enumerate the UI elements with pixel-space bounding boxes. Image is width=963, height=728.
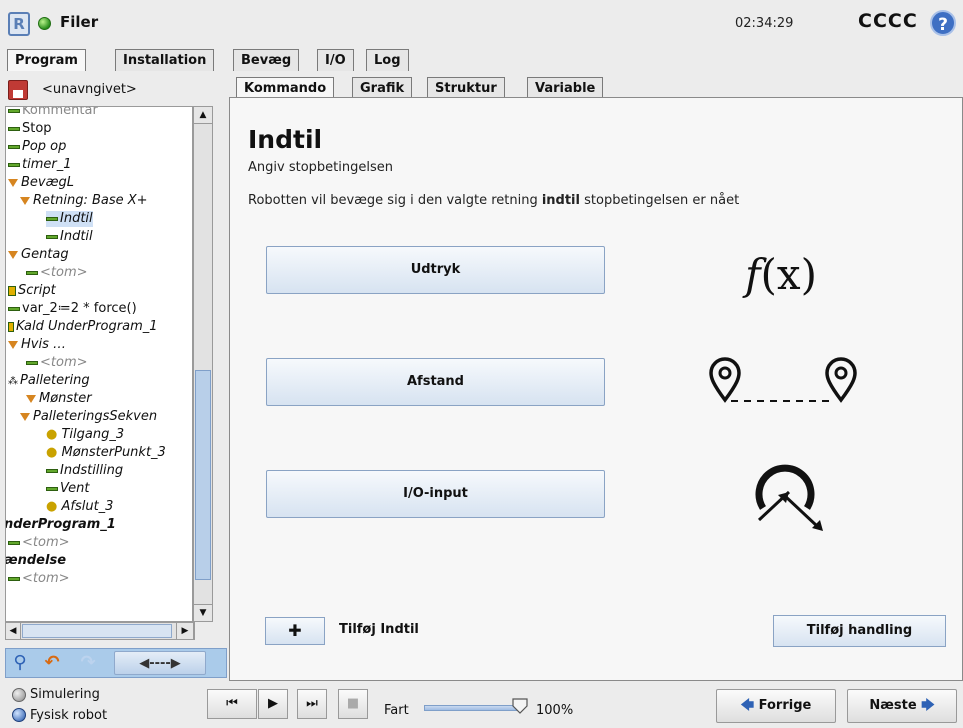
page-title: Indtil: [248, 125, 323, 154]
tree-node[interactable]: Indstilling: [46, 463, 123, 479]
tree-node[interactable]: var_2≔2 * force(): [8, 301, 137, 317]
tab-variable[interactable]: Variable: [527, 77, 604, 99]
tree-node[interactable]: BevægL: [8, 175, 74, 191]
distance-button[interactable]: Afstand: [266, 358, 605, 406]
real-robot-label: Fysisk robot: [30, 708, 108, 723]
page-description: Robotten vil bevæge sig i den valgte ret…: [248, 193, 740, 208]
tree-node[interactable]: Stop: [8, 121, 52, 137]
tree-node[interactable]: PalleteringsSekven: [20, 409, 157, 425]
simulation-label: Simulering: [30, 687, 100, 702]
expression-button[interactable]: Udtryk: [266, 246, 605, 294]
tree-node[interactable]: Kald UnderProgram_1: [8, 319, 158, 335]
add-until-label: Tilføj Indtil: [339, 622, 419, 637]
scroll-right-icon[interactable]: ▶: [176, 622, 194, 640]
add-until-button[interactable]: ✚: [265, 617, 325, 645]
ur-logo: R: [8, 12, 30, 36]
help-icon[interactable]: ?: [930, 10, 956, 36]
tab-installation[interactable]: Installation: [115, 49, 215, 71]
tab-io[interactable]: I/O: [317, 49, 354, 71]
tab-log[interactable]: Log: [366, 49, 409, 71]
move-node-icon[interactable]: ◀----▶: [114, 651, 206, 675]
tree-horizontal-scroll-thumb[interactable]: [22, 624, 172, 638]
tab-grafik[interactable]: Grafik: [352, 77, 413, 99]
tab-struktur[interactable]: Struktur: [427, 77, 505, 99]
window-title: Filer: [60, 13, 99, 31]
simulation-radio[interactable]: [12, 688, 26, 702]
tree-node[interactable]: ⁂ Palletering: [8, 373, 90, 390]
tree-node[interactable]: <tom>: [8, 535, 70, 551]
tree-node[interactable]: ● MønsterPunkt_3: [46, 445, 166, 461]
io-input-icon: [755, 464, 823, 531]
undo-icon[interactable]: ↶: [40, 651, 64, 675]
title-bar: [0, 0, 963, 46]
tree-node[interactable]: Gentag: [8, 247, 69, 263]
speed-slider-thumb[interactable]: [511, 697, 529, 719]
tree-node[interactable]: Script: [8, 283, 56, 299]
tree-node[interactable]: <tom>: [26, 355, 88, 371]
robot-status-icon[interactable]: [38, 17, 51, 30]
play-icon[interactable]: ▶: [258, 689, 288, 719]
tree-vertical-scroll-thumb[interactable]: [195, 370, 211, 580]
tree-node[interactable]: ● Tilgang_3: [46, 427, 124, 443]
tree-node[interactable]: Retning: Base X+: [20, 193, 148, 209]
add-action-button[interactable]: Tilføj handling: [773, 615, 946, 647]
search-icon[interactable]: ⚲: [9, 651, 31, 675]
tab-program[interactable]: Program: [7, 49, 86, 72]
previous-button[interactable]: 🡄 Forrige: [716, 689, 836, 723]
speed-slider-track[interactable]: [424, 705, 520, 711]
tree-node[interactable]: Indtil: [46, 229, 93, 245]
real-robot-radio[interactable]: [12, 708, 26, 722]
step-icon[interactable]: ⏭: [297, 689, 327, 719]
tree-node[interactable]: Hvis …: [8, 337, 66, 353]
stop-icon[interactable]: ■: [338, 689, 368, 719]
redo-icon[interactable]: ↷: [76, 651, 100, 675]
program-tree[interactable]: Kommentar Stop Pop op timer_1 BevægL Ret…: [5, 106, 193, 622]
speed-label: Fart: [384, 703, 409, 718]
page-subtitle: Angiv stopbetingelsen: [248, 160, 393, 175]
tree-node[interactable]: ● Afslut_3: [46, 499, 113, 515]
rewind-icon[interactable]: ⏮: [207, 689, 257, 719]
robot-name: CCCC: [858, 10, 918, 32]
next-button[interactable]: Næste 🡆: [847, 689, 957, 723]
tree-node[interactable]: Kommentar: [8, 107, 98, 119]
tree-node[interactable]: Mønster: [26, 391, 92, 407]
save-disk-icon[interactable]: [8, 80, 28, 100]
distance-icon: [709, 357, 857, 403]
function-icon: f(x): [745, 250, 818, 299]
tree-node[interactable]: Vent: [46, 481, 89, 497]
speed-value: 100%: [536, 703, 574, 718]
tree-node-selected[interactable]: Indtil: [46, 211, 93, 227]
tree-node[interactable]: <tom>: [8, 571, 70, 587]
tree-node[interactable]: <tom>: [26, 265, 88, 281]
program-name: <unavngivet>: [42, 82, 137, 97]
scroll-up-icon[interactable]: ▲: [193, 106, 213, 124]
scroll-down-icon[interactable]: ▼: [193, 604, 213, 622]
tree-node[interactable]: ændelse: [6, 553, 66, 569]
scroll-left-icon[interactable]: ◀: [5, 622, 21, 640]
clock: 02:34:29: [735, 16, 794, 31]
io-input-button[interactable]: I/O-input: [266, 470, 605, 518]
tree-node[interactable]: nderProgram_1: [6, 517, 116, 533]
tree-node[interactable]: timer_1: [8, 157, 72, 173]
tree-node[interactable]: Pop op: [8, 139, 66, 155]
tab-bevaeg[interactable]: Bevæg: [233, 49, 300, 71]
